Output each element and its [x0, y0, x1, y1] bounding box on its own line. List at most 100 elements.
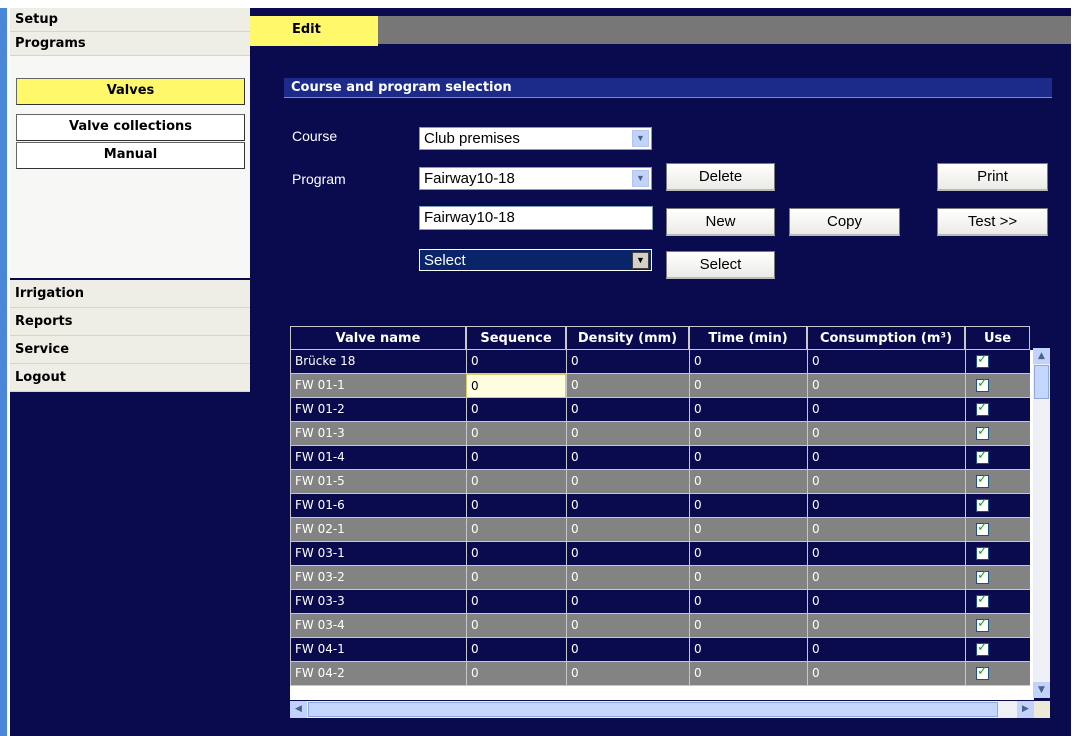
cell-time[interactable]: 0	[689, 422, 807, 446]
table-row[interactable]: FW 01-2 0 0 0 0	[290, 398, 1030, 422]
cell-time[interactable]: 0	[689, 614, 807, 638]
cell-density[interactable]: 0	[566, 374, 689, 398]
chevron-down-icon[interactable]: ▼	[632, 252, 649, 269]
cell-time[interactable]: 0	[689, 350, 807, 374]
column-header-density[interactable]: Density (mm)	[566, 326, 689, 350]
table-row[interactable]: FW 04-1 0 0 0 0	[290, 638, 1030, 662]
cell-time[interactable]: 0	[689, 494, 807, 518]
cell-sequence[interactable]: 0	[466, 374, 566, 398]
column-header-consumption[interactable]: Consumption (m³)	[807, 326, 965, 350]
table-row[interactable]: FW 01-4 0 0 0 0	[290, 446, 1030, 470]
use-checkbox[interactable]	[976, 640, 989, 656]
table-row[interactable]: FW 01-5 0 0 0 0	[290, 470, 1030, 494]
cell-time[interactable]: 0	[689, 638, 807, 662]
cell-time[interactable]: 0	[689, 662, 807, 686]
cell-consumption[interactable]: 0	[807, 350, 965, 374]
course-select[interactable]: Club premises ▼	[419, 127, 652, 150]
scroll-thumb-horizontal[interactable]	[308, 702, 998, 717]
sidebar-item-programs[interactable]: Programs	[10, 32, 250, 56]
cell-consumption[interactable]: 0	[807, 470, 965, 494]
use-checkbox[interactable]	[976, 568, 989, 584]
table-row[interactable]: FW 02-1 0 0 0 0	[290, 518, 1030, 542]
cell-density[interactable]: 0	[566, 446, 689, 470]
select-dropdown[interactable]: Select ▼	[419, 249, 652, 271]
use-checkbox[interactable]	[976, 544, 989, 560]
copy-button[interactable]: Copy	[789, 208, 900, 236]
cell-time[interactable]: 0	[689, 374, 807, 398]
sidebar-item-valve-collections[interactable]: Valve collections	[16, 114, 245, 141]
column-header-use[interactable]: Use	[965, 326, 1030, 350]
column-header-valve-name[interactable]: Valve name	[290, 326, 466, 350]
use-checkbox[interactable]	[976, 448, 989, 464]
print-button[interactable]: Print	[937, 163, 1048, 191]
tab-edit[interactable]: Edit	[250, 16, 378, 46]
cell-density[interactable]: 0	[566, 566, 689, 590]
cell-density[interactable]: 0	[566, 422, 689, 446]
program-name-input[interactable]: Fairway10-18	[419, 206, 653, 230]
cell-consumption[interactable]: 0	[807, 566, 965, 590]
use-checkbox[interactable]	[976, 472, 989, 488]
cell-consumption[interactable]: 0	[807, 638, 965, 662]
table-row[interactable]: FW 03-2 0 0 0 0	[290, 566, 1030, 590]
cell-time[interactable]: 0	[689, 566, 807, 590]
sidebar-item-irrigation[interactable]: Irrigation	[10, 280, 250, 308]
cell-time[interactable]: 0	[689, 470, 807, 494]
table-row[interactable]: FW 01-1 0 0 0 0	[290, 374, 1030, 398]
table-row[interactable]: FW 03-1 0 0 0 0	[290, 542, 1030, 566]
use-checkbox[interactable]	[976, 664, 989, 680]
use-checkbox[interactable]	[976, 400, 989, 416]
cell-consumption[interactable]: 0	[807, 398, 965, 422]
cell-time[interactable]: 0	[689, 398, 807, 422]
delete-button[interactable]: Delete	[666, 163, 775, 191]
table-row[interactable]: FW 03-4 0 0 0 0	[290, 614, 1030, 638]
scroll-right-icon[interactable]: ▶	[1017, 701, 1034, 718]
cell-density[interactable]: 0	[566, 350, 689, 374]
cell-sequence[interactable]: 0	[466, 542, 566, 566]
column-header-sequence[interactable]: Sequence	[466, 326, 566, 350]
cell-consumption[interactable]: 0	[807, 446, 965, 470]
use-checkbox[interactable]	[976, 520, 989, 536]
cell-sequence[interactable]: 0	[466, 398, 566, 422]
cell-consumption[interactable]: 0	[807, 422, 965, 446]
cell-density[interactable]: 0	[566, 542, 689, 566]
cell-density[interactable]: 0	[566, 518, 689, 542]
scroll-thumb[interactable]	[1034, 365, 1049, 399]
program-select[interactable]: Fairway10-18 ▼	[419, 167, 652, 190]
new-button[interactable]: New	[666, 208, 775, 236]
table-row[interactable]: FW 01-3 0 0 0 0	[290, 422, 1030, 446]
column-header-time[interactable]: Time (min)	[689, 326, 807, 350]
table-row[interactable]: FW 01-6 0 0 0 0	[290, 494, 1030, 518]
cell-consumption[interactable]: 0	[807, 518, 965, 542]
cell-consumption[interactable]: 0	[807, 374, 965, 398]
cell-density[interactable]: 0	[566, 590, 689, 614]
cell-density[interactable]: 0	[566, 638, 689, 662]
select-button[interactable]: Select	[666, 251, 775, 279]
scroll-left-icon[interactable]: ◀	[290, 701, 307, 718]
use-checkbox[interactable]	[976, 352, 989, 368]
sidebar-item-setup[interactable]: Setup	[10, 8, 250, 32]
sidebar-item-valves[interactable]: Valves	[16, 78, 245, 105]
cell-consumption[interactable]: 0	[807, 494, 965, 518]
use-checkbox[interactable]	[976, 496, 989, 512]
sidebar-item-logout[interactable]: Logout	[10, 364, 250, 392]
cell-density[interactable]: 0	[566, 470, 689, 494]
cell-density[interactable]: 0	[566, 662, 689, 686]
cell-density[interactable]: 0	[566, 614, 689, 638]
vertical-scrollbar[interactable]: ▲ ▼	[1033, 348, 1050, 698]
use-checkbox[interactable]	[976, 376, 989, 392]
cell-density[interactable]: 0	[566, 494, 689, 518]
cell-sequence[interactable]: 0	[466, 494, 566, 518]
chevron-down-icon[interactable]: ▼	[632, 170, 649, 187]
cell-sequence[interactable]: 0	[466, 662, 566, 686]
test-button[interactable]: Test >>	[937, 208, 1048, 236]
cell-consumption[interactable]: 0	[807, 590, 965, 614]
cell-sequence[interactable]: 0	[466, 614, 566, 638]
table-row[interactable]: FW 04-2 0 0 0 0	[290, 662, 1030, 686]
cell-density[interactable]: 0	[566, 398, 689, 422]
sidebar-item-service[interactable]: Service	[10, 336, 250, 364]
table-row[interactable]: Brücke 18 0 0 0 0	[290, 350, 1030, 374]
cell-time[interactable]: 0	[689, 590, 807, 614]
cell-sequence[interactable]: 0	[466, 518, 566, 542]
cell-sequence[interactable]: 0	[466, 446, 566, 470]
use-checkbox[interactable]	[976, 424, 989, 440]
